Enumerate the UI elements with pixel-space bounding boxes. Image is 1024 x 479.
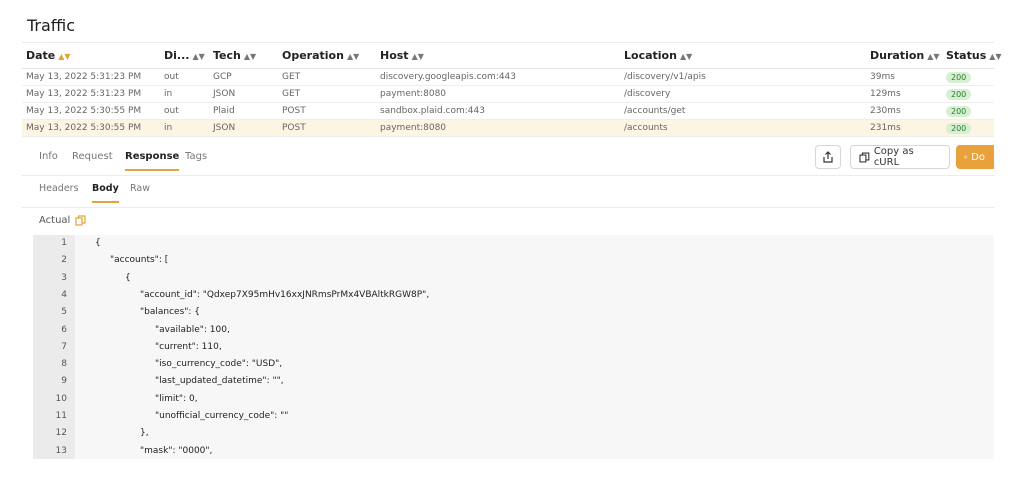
status-badge: 200 [946, 72, 972, 83]
cell-location: /accounts [624, 123, 668, 133]
table-header: Date ▲▼ Di... ▲▼ Tech ▲▼ Operation ▲▼ Host ▲▼… [22, 43, 1002, 69]
cell-date: May 13, 2022 5:31:23 PM [26, 89, 142, 99]
code-line: 4 "account_id": "Qdxep7X95mHv16xxJNRmsPrM… [61, 289, 430, 300]
traffic-table: Date ▲▼ Di... ▲▼ Tech ▲▼ Operation ▲▼ Host ▲▼… [22, 42, 1002, 137]
cell-tech: JSON [213, 123, 236, 133]
cell-direction: out [164, 106, 179, 116]
cell-host: discovery.googleapis.com:443 [380, 72, 517, 82]
subtab-raw[interactable]: Raw [130, 183, 150, 201]
cell-duration: 230ms [870, 106, 901, 116]
cell-host: payment:8080 [380, 123, 447, 133]
table-row-selected[interactable]: May 13, 2022 5:30:55 PM in JSON POST pay… [22, 120, 994, 137]
code-viewer[interactable]: 1{ 2 "accounts": [ 3{ 4 "account_id": "Qdx… [33, 235, 994, 459]
share-button[interactable] [815, 145, 841, 169]
code-line: 10 "limit": 0, [55, 393, 198, 404]
sort-icon: ▲▼ [346, 52, 360, 61]
actual-label: Actual [39, 215, 71, 226]
tab-info[interactable]: Info [39, 151, 58, 169]
cell-host: sandbox.plaid.com:443 [380, 106, 485, 116]
detail-tabs: Info Request Response Tags Copy as cURL … [22, 142, 994, 176]
sort-icon: ▲▼ [927, 52, 940, 61]
code-line: 11 "unofficial_currency_code": "" [55, 411, 289, 421]
code-line: 1{ [61, 238, 101, 248]
column-header-tech[interactable]: Tech ▲▼ [213, 43, 256, 69]
cell-tech: Plaid [213, 106, 235, 116]
cell-direction: in [164, 123, 173, 133]
code-line: 13 "mask": "0000", [55, 445, 213, 456]
status-badge: 200 [946, 106, 972, 117]
table-row[interactable]: May 13, 2022 5:31:23 PM out GCP GET disc… [22, 69, 994, 86]
body-subtabs: Headers Body Raw [22, 176, 994, 208]
column-header-location[interactable]: Location ▲▼ [624, 43, 692, 69]
cell-date: May 13, 2022 5:30:55 PM [26, 106, 142, 116]
cell-tech: JSON [213, 89, 236, 99]
sort-icon: ▲▼ [679, 52, 693, 61]
sort-icon: ▲▼ [411, 52, 424, 61]
code-line: 5 "balances": { [61, 307, 201, 318]
actual-header: Actual [39, 215, 86, 226]
code-line: 7 "current": 110, [61, 341, 222, 352]
tab-response[interactable]: Response [125, 151, 180, 171]
cell-operation: POST [282, 106, 306, 116]
cell-duration: 39ms [870, 72, 895, 82]
sort-icon: ▲▼ [192, 52, 205, 61]
sort-icon: ▲▼ [243, 52, 257, 61]
code-line: 12}, [55, 428, 149, 439]
column-header-date[interactable]: Date ▲▼ [26, 43, 71, 69]
cell-date: May 13, 2022 5:31:23 PM [26, 72, 142, 82]
cell-duration: 129ms [870, 89, 901, 99]
code-line: 8 "iso_currency_code": "USD", [61, 359, 283, 370]
cell-location: /discovery/v1/apis [624, 72, 706, 82]
code-line: 2 "accounts": [ [61, 255, 169, 266]
column-header-operation[interactable]: Operation ▲▼ [282, 43, 359, 69]
cell-duration: 231ms [870, 123, 901, 133]
cell-date: May 13, 2022 5:30:55 PM [26, 123, 142, 133]
download-button[interactable]: Do [956, 145, 994, 169]
cell-host: payment:8080 [380, 89, 447, 99]
column-header-direction[interactable]: Di... ▲▼ [164, 43, 205, 69]
cell-operation: GET [282, 72, 301, 82]
subtab-headers[interactable]: Headers [39, 183, 79, 201]
cell-tech: GCP [213, 72, 232, 82]
status-badge: 200 [946, 123, 972, 134]
code-line: 9 "last_updated_datetime": "", [61, 376, 284, 387]
copy-curl-button[interactable]: Copy as cURL [850, 145, 950, 169]
column-header-status[interactable]: Status ▲▼ [946, 43, 1002, 69]
cell-location: /accounts/get [624, 106, 686, 116]
cell-direction: in [164, 89, 173, 99]
status-badge: 200 [946, 89, 972, 100]
cell-operation: POST [282, 123, 306, 133]
copy-icon [859, 152, 870, 162]
code-line: 3{ [61, 272, 131, 283]
column-header-host[interactable]: Host ▲▼ [380, 43, 424, 69]
copy-icon[interactable] [75, 215, 86, 226]
sort-icon: ▲▼ [989, 52, 1002, 61]
tab-request[interactable]: Request [72, 151, 113, 169]
cell-direction: out [164, 72, 179, 82]
tab-tags[interactable]: Tags [185, 151, 207, 169]
cell-location: /discovery [624, 89, 671, 99]
table-row[interactable]: May 13, 2022 5:31:23 PM in JSON GET paym… [22, 86, 994, 103]
table-row[interactable]: May 13, 2022 5:30:55 PM out Plaid POST s… [22, 103, 994, 120]
cell-operation: GET [282, 89, 301, 99]
column-header-duration[interactable]: Duration ▲▼ [870, 43, 940, 69]
sort-icon: ▲▼ [58, 52, 71, 61]
share-icon [823, 151, 833, 163]
subtab-body[interactable]: Body [92, 183, 119, 203]
page-title: Traffic [27, 16, 76, 35]
download-icon [964, 155, 968, 159]
code-line: 6 "available": 100, [61, 324, 230, 335]
